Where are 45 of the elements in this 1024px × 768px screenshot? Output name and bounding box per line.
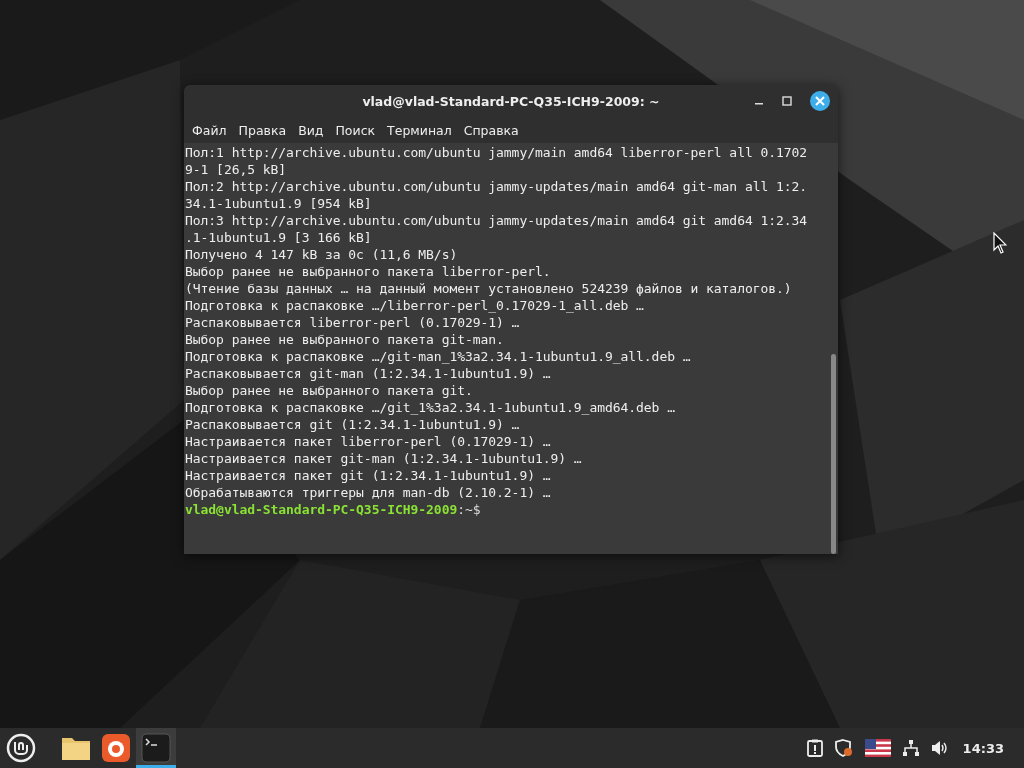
terminal-line: Выбор ранее не выбранного пакета liberror-perl. (185, 263, 552, 280)
terminal-line: Распаковывается git-man (1:2.34.1-1ubuntu1.9) … (185, 365, 552, 382)
terminal-line: Настраивается пакет liberror-perl (0.17029-1) … (185, 433, 552, 450)
terminal-line: Распаковывается git (1:2.34.1-1ubuntu1.9) … (185, 416, 521, 433)
menu-item[interactable]: Правка (232, 123, 293, 138)
terminal-icon (141, 733, 171, 763)
terminal-line: Пол:2 http://archive.ubuntu.com/ubuntu jammy-updates/main amd64 git-man all 1:2. (185, 178, 809, 195)
window-title: vlad@vlad-Standard-PC-Q35-ICH9-2009: ~ (362, 94, 660, 109)
terminal-line: Подготовка к распаковке …/git_1%3a2.34.1-1ubuntu1.9_amd64.deb … (185, 399, 676, 416)
terminal-line: Обрабатываются триггеры для man-db (2.10.2-1) … (185, 484, 552, 501)
terminal-line: Выбор ранее не выбранного пакета git-man. (185, 331, 505, 348)
cursor-icon (993, 232, 1007, 254)
terminal-line: Подготовка к распаковке …/git-man_1%3a2.34.1-1ubuntu1.9_all.deb … (185, 348, 692, 365)
flag-icon[interactable] (864, 739, 891, 757)
terminal-line: Пол:1 http://archive.ubuntu.com/ubuntu jammy/main amd64 liberror-perl all 0.1702 (185, 144, 809, 161)
scrollbar-thumb[interactable] (831, 354, 836, 554)
folder-icon (61, 735, 91, 761)
menu-item[interactable]: Справка (457, 123, 525, 138)
prompt-user-host: vlad@vlad-Standard-PC-Q35-ICH9-2009 (185, 502, 458, 517)
shield-icon[interactable] (834, 739, 853, 757)
terminal-line: 34.1-1ubuntu1.9 [954 kB] (185, 195, 373, 212)
menu-item[interactable]: Терминал (381, 123, 458, 138)
terminal-line: 9-1 [26,5 kB] (185, 161, 288, 178)
terminal-line: Пол:3 http://archive.ubuntu.com/ubuntu jammy-updates/main amd64 git amd64 1:2.34 (185, 212, 809, 229)
clock[interactable]: 14:33 (962, 740, 1004, 756)
terminal-line: .1-1ubuntu1.9 [3 166 kB] (185, 229, 373, 246)
browser-icon (102, 734, 130, 762)
prompt-path: :~$ (457, 502, 481, 517)
terminal-line: (Чтение базы данных … на данный момент установлено 524239 файлов и каталогов.) (185, 280, 793, 297)
volume-icon[interactable] (930, 740, 949, 756)
taskbar-button[interactable] (136, 728, 176, 768)
close-icon[interactable] (810, 91, 830, 111)
terminal-line: Настраивается пакет git (1:2.34.1-1ubuntu1.9) … (185, 467, 552, 484)
maximize-icon[interactable] (782, 96, 792, 106)
terminal-line: Подготовка к распаковке …/liberror-perl_0.17029-1_all.deb … (185, 297, 645, 314)
menu-item[interactable]: Вид (292, 123, 330, 138)
terminal-line: Получено 4 147 kB за 0c (11,6 MB/s) (185, 246, 459, 263)
menu-item[interactable]: Файл (186, 123, 233, 138)
terminal-line: Распаковывается liberror-perl (0.17029-1) … (185, 314, 521, 331)
terminal-line: Настраивается пакет git-man (1:2.34.1-1ubuntu1.9) … (185, 450, 583, 467)
terminal-line: Выбор ранее не выбранного пакета git. (185, 382, 474, 399)
network-icon[interactable] (902, 740, 919, 756)
menu-item[interactable]: Поиск (329, 123, 382, 138)
menu-icon[interactable] (6, 733, 36, 763)
clipboard-icon[interactable] (806, 739, 823, 757)
